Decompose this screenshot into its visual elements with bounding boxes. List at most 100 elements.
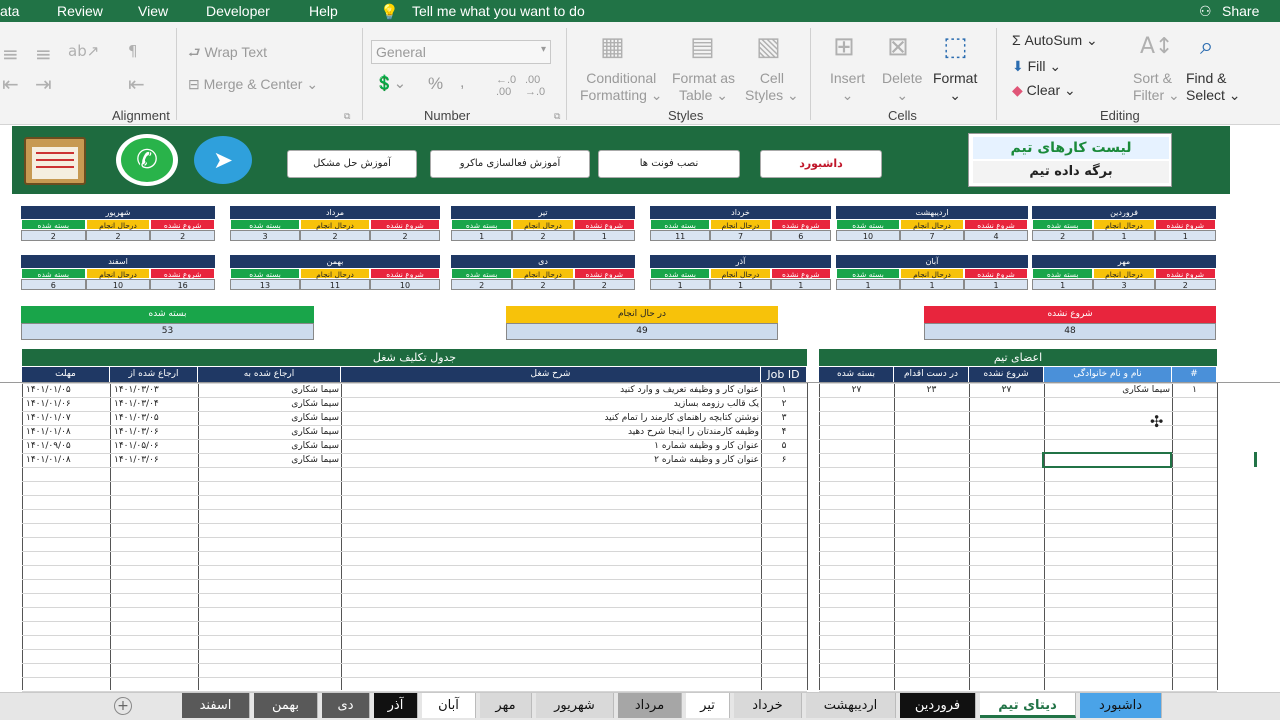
job-id-cell[interactable]: ۶ (763, 453, 805, 467)
troubleshoot-button[interactable]: آموزش حل مشکل (287, 150, 417, 178)
not-started-value[interactable]: 16 (150, 279, 216, 290)
sheet-tab[interactable]: تیر (686, 693, 730, 718)
sheet-tab[interactable]: مهر (480, 693, 532, 718)
closed-value[interactable]: 11 (650, 230, 711, 241)
deadline-cell[interactable]: ۱۴۰۱/۰۱/۰۶ (26, 397, 108, 411)
format-button[interactable]: Format ⌄ (933, 70, 977, 104)
sheet-tab[interactable]: آذر (374, 693, 418, 718)
assigned-from-cell[interactable]: ۱۴۰۱/۰۳/۰۳ (114, 383, 196, 397)
cell-styles-button[interactable]: Cell Styles ⌄ (745, 70, 799, 104)
assigned-to-cell[interactable]: سیما شکاری (200, 397, 339, 411)
sheet-tab[interactable]: بهمن (254, 693, 318, 718)
assigned-from-cell[interactable]: ۱۴۰۱/۰۳/۰۶ (114, 453, 196, 467)
not-started-value[interactable]: 1 (1154, 230, 1216, 241)
number-dialog-launcher-icon[interactable]: ⧉ (554, 111, 560, 122)
job-description-cell[interactable]: یک قالب رزومه بسازید (343, 397, 759, 411)
conditional-formatting-button[interactable]: Conditional Formatting ⌄ (580, 70, 663, 104)
sheet-tab[interactable]: داشبورد (1080, 693, 1162, 718)
job-description-cell[interactable]: عنوان کار و وظیفه شماره ۱ (343, 439, 759, 453)
whatsapp-icon[interactable]: ✆ (116, 134, 178, 186)
not-started-value[interactable]: 2 (1154, 279, 1216, 290)
assigned-to-cell[interactable]: سیما شکاری (200, 425, 339, 439)
menu-data[interactable]: ata (0, 3, 19, 19)
in-progress-value[interactable]: 2 (512, 230, 574, 241)
closed-value[interactable]: 1 (1032, 279, 1094, 290)
in-progress-value[interactable]: 2 (85, 230, 151, 241)
job-description-cell[interactable]: وظیفه کارمندتان را اینجا شرح دهید (343, 425, 759, 439)
col-assigned-to[interactable]: ارجاع شده به (198, 367, 341, 382)
not-started-value[interactable]: 1 (770, 279, 831, 290)
team-closed-cell[interactable]: ۲۷ (821, 383, 892, 397)
in-progress-value[interactable]: 7 (710, 230, 771, 241)
team-in-action-cell[interactable]: ۲۳ (896, 383, 967, 397)
fill-button[interactable]: ⬇ Fill ⌄ (1012, 58, 1061, 75)
closed-value[interactable]: 1 (451, 230, 513, 241)
macro-activation-button[interactable]: آموزش فعالسازی ماکرو (430, 150, 590, 178)
find-select-button[interactable]: Find & Select ⌄ (1186, 70, 1241, 104)
not-started-value[interactable]: 6 (770, 230, 831, 241)
assigned-to-cell[interactable]: سیما شکاری (200, 453, 339, 467)
col-team-name[interactable]: نام و نام خانوادگی (1044, 367, 1172, 382)
merge-center-button[interactable]: ⊟ Merge & Center ⌄ (188, 76, 318, 93)
sheet-tab[interactable]: آبان (422, 693, 476, 718)
align-right-icon[interactable]: ≡ (35, 42, 52, 66)
sheet-tab[interactable]: دی (322, 693, 370, 718)
col-team-not-started[interactable]: شروع نشده (969, 367, 1044, 382)
in-progress-value[interactable]: 2 (512, 279, 574, 290)
col-team-num[interactable]: # (1172, 367, 1217, 382)
col-job-description[interactable]: شرح شغل (341, 367, 761, 382)
closed-value[interactable]: 2 (451, 279, 513, 290)
indent-increase-icon[interactable]: ⇥ (35, 72, 52, 96)
closed-value[interactable]: 13 (230, 279, 300, 290)
autosum-button[interactable]: Σ AutoSum ⌄ (1012, 32, 1098, 49)
job-id-cell[interactable]: ۲ (763, 397, 805, 411)
assigned-from-cell[interactable]: ۱۴۰۱/۰۵/۰۶ (114, 439, 196, 453)
decrease-decimal-icon[interactable]: .00 →.0 (525, 74, 545, 98)
not-started-value[interactable]: 2 (150, 230, 216, 241)
in-progress-value[interactable]: 11 (300, 279, 370, 290)
not-started-value[interactable]: 4 (964, 230, 1028, 241)
insert-button[interactable]: Insert ⌄ (830, 70, 865, 104)
job-id-cell[interactable]: ۱ (763, 383, 805, 397)
currency-icon[interactable]: 💲⌄ (375, 74, 406, 92)
clipboard-icon[interactable] (24, 137, 86, 185)
delete-button[interactable]: Delete ⌄ (882, 70, 922, 104)
job-id-cell[interactable]: ۵ (763, 439, 805, 453)
not-started-value[interactable]: 1 (573, 230, 635, 241)
menu-help[interactable]: Help (309, 3, 338, 19)
telegram-icon[interactable]: ➤ (194, 136, 252, 184)
sheet-tab[interactable]: فروردین (900, 693, 976, 718)
team-name-cell[interactable]: سیما شکاری (1046, 383, 1170, 397)
col-job-id[interactable]: Job ID (761, 367, 807, 382)
menu-review[interactable]: Review (57, 3, 103, 19)
dialog-launcher-icon[interactable]: ⧉ (344, 111, 350, 122)
active-cell-selection[interactable] (1042, 452, 1172, 468)
deadline-cell[interactable]: ۱۴۰۱/۰۱/۰۷ (26, 411, 108, 425)
assigned-to-cell[interactable]: سیما شکاری (200, 411, 339, 425)
closed-value[interactable]: 2 (21, 230, 86, 241)
format-as-table-button[interactable]: Format as Table ⌄ (672, 70, 735, 104)
in-progress-value[interactable]: 1 (710, 279, 771, 290)
deadline-cell[interactable]: ۱۴۰۱/۰۹/۰۵ (26, 439, 108, 453)
in-progress-value[interactable]: 1 (900, 279, 964, 290)
percent-icon[interactable]: % (428, 74, 443, 94)
col-team-closed[interactable]: بسته شده (819, 367, 894, 382)
team-num-cell[interactable]: ۱ (1174, 383, 1215, 397)
not-started-value[interactable]: 2 (370, 230, 440, 241)
in-progress-value[interactable]: 7 (900, 230, 964, 241)
job-description-cell[interactable]: عنوان کار و وظیفه شماره ۲ (343, 453, 759, 467)
closed-value[interactable]: 2 (1032, 230, 1094, 241)
job-description-cell[interactable]: نوشتن کتابچه راهنمای کارمند را تمام کنید (343, 411, 759, 425)
menu-view[interactable]: View (138, 3, 168, 19)
assigned-from-cell[interactable]: ۱۴۰۱/۰۳/۰۴ (114, 397, 196, 411)
in-progress-value[interactable]: 1 (1093, 230, 1155, 241)
sheet-tab[interactable]: خرداد (734, 693, 802, 718)
assigned-to-cell[interactable]: سیما شکاری (200, 439, 339, 453)
orientation-icon[interactable]: ab↗ (68, 42, 99, 60)
in-progress-value[interactable]: 2 (300, 230, 370, 241)
job-description-cell[interactable]: عنوان کار و وظیفه تعریف و وارد کنید (343, 383, 759, 397)
sheet-tab[interactable]: مرداد (618, 693, 682, 718)
assigned-to-cell[interactable]: سیما شکاری (200, 383, 339, 397)
number-format-select[interactable]: General ▾ (371, 40, 551, 64)
in-progress-value[interactable]: 10 (85, 279, 151, 290)
